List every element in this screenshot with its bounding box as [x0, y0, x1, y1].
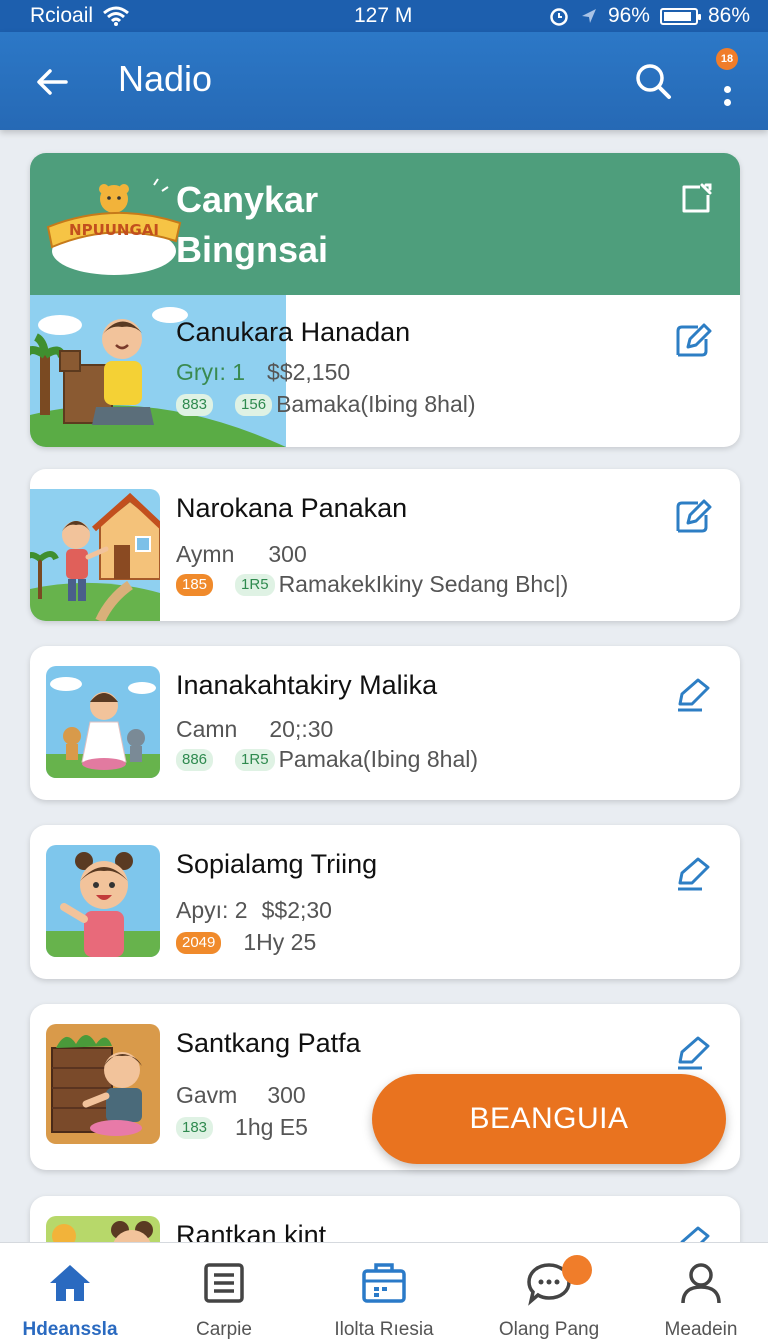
- edit-icon[interactable]: [670, 674, 714, 718]
- location-icon: [581, 9, 596, 23]
- item-meta-2: 185 1R5 RamakekIkiny Sedang Bhc|): [176, 571, 568, 598]
- edit-icon[interactable]: [670, 1032, 714, 1076]
- featured-title-line1: Canykar: [176, 179, 319, 220]
- item-value: 300: [267, 1082, 306, 1108]
- list-item[interactable]: Inanakahtakiry Malika Camn 20;:30 886 1R…: [30, 646, 740, 800]
- alarm-icon: [550, 8, 568, 26]
- item-description: 1Hy 25: [243, 929, 317, 955]
- featured-logo: NPUUNGAI: [46, 178, 182, 275]
- item-badge: 183: [176, 1116, 214, 1139]
- status-time: 127 M: [354, 4, 413, 27]
- nav-label: Meadein: [664, 1319, 738, 1340]
- chat-badge: [562, 1255, 592, 1285]
- carrier-label: Rcioail: [30, 4, 94, 27]
- thumbnail-image: [46, 1024, 160, 1144]
- item-description: Pamaka(Ibing 8hal): [278, 746, 479, 772]
- item-value: 20;:30: [269, 716, 334, 742]
- back-arrow-icon[interactable]: [30, 60, 74, 104]
- item-price: $$2,150: [267, 359, 351, 385]
- featured-header: NPUUNGAI Canykar Bingnsai: [30, 153, 740, 295]
- home-icon: [50, 1265, 90, 1301]
- item-badge: 2049: [176, 931, 222, 954]
- battery-icon: [659, 7, 701, 25]
- item-description: 1hg E5: [235, 1114, 308, 1140]
- thumbnail-image: [46, 666, 160, 778]
- item-title: Santkang Patfa: [176, 1028, 361, 1058]
- item-badge-2: 1R5: [235, 573, 275, 596]
- nav-item-chat[interactable]: Olang Pang: [474, 1243, 624, 1344]
- share-icon[interactable]: [676, 179, 716, 219]
- edit-icon[interactable]: [670, 495, 714, 539]
- item-meta: Aymn 300: [176, 541, 307, 568]
- featured-card[interactable]: NPUUNGAI Canykar Bingnsai Canukara Hanad…: [30, 153, 740, 447]
- featured-title-line2: Bingnsai: [176, 229, 329, 270]
- item-label: Gavm: [176, 1082, 238, 1108]
- item-title: Narokana Panakan: [176, 493, 408, 523]
- item-badge-2: 1R5: [235, 748, 275, 771]
- item-meta: Gavm 300: [176, 1082, 306, 1109]
- wifi-icon: [103, 6, 129, 26]
- profile-icon: [681, 1263, 721, 1304]
- nav-label: Hdeanssla: [22, 1319, 118, 1340]
- item-title: Canukara Hanadan: [176, 317, 411, 347]
- status-right-text: 86%: [707, 4, 750, 27]
- item-label: Aymn: [176, 541, 235, 567]
- page-title: Nadio: [118, 58, 213, 99]
- item-label: Gryı: 1: [176, 359, 246, 385]
- item-meta-2: 886 1R5 Pamaka(Ibing 8hal): [176, 746, 478, 773]
- notification-badge: 18: [716, 48, 738, 70]
- calendar-icon: [362, 1263, 406, 1303]
- item-meta: Apyı: 2 $$2;30: [176, 897, 332, 924]
- item-meta-2: 883 156 Bamaka(Ibing 8hal): [176, 391, 476, 418]
- app-bar: Nadio: [0, 32, 768, 130]
- item-value: $$2;30: [261, 897, 332, 923]
- item-badge: 883: [176, 393, 214, 416]
- nav-label: Olang Pang: [498, 1319, 600, 1340]
- thumbnail-image: [46, 845, 160, 957]
- nav-label: Ilolta Rıesia: [334, 1319, 434, 1340]
- status-bar: Rcioail 127 M 96% 86%: [0, 0, 768, 32]
- item-meta-2: 183 1hg E5: [176, 1114, 308, 1141]
- item-meta: Camn 20;:30: [176, 716, 333, 743]
- item-title: Inanakahtakiry Malika: [176, 670, 438, 700]
- more-menu-button[interactable]: [712, 72, 742, 122]
- list-item[interactable]: Narokana Panakan Aymn 300 185 1R5 Ramake…: [30, 469, 740, 621]
- item-badge-2: 156: [235, 393, 273, 416]
- battery-percent: 96%: [607, 4, 650, 27]
- featured-title: Canykar Bingnsai: [176, 175, 328, 275]
- list-item[interactable]: Sopialamg Triing Apyı: 2 $$2;30 2049 1Hy…: [30, 825, 740, 979]
- nav-item-documents[interactable]: Carpie: [149, 1243, 299, 1344]
- bottom-navigation: Hdeanssla Carpie Ilolta Rıesia Olang Pan…: [0, 1242, 768, 1344]
- thumbnail-image: [30, 489, 160, 621]
- edit-icon[interactable]: [670, 319, 714, 363]
- item-description: Bamaka(Ibing 8hal): [276, 391, 476, 417]
- item-meta-2: 2049 1Hy 25: [176, 929, 316, 956]
- nav-item-calendar[interactable]: Ilolta Rıesia: [309, 1243, 459, 1344]
- search-icon[interactable]: [630, 58, 676, 104]
- item-badge: 185: [176, 573, 214, 596]
- item-value: 300: [268, 541, 307, 567]
- item-description: RamakekIkiny Sedang Bhc|): [278, 571, 569, 597]
- nav-item-home[interactable]: Hdeanssla: [0, 1243, 145, 1344]
- nav-label: Carpie: [196, 1319, 252, 1340]
- item-badge: 886: [176, 748, 214, 771]
- item-meta: Gryı: 1 $$2,150: [176, 359, 350, 386]
- edit-icon[interactable]: [670, 853, 714, 897]
- item-label: Camn: [176, 716, 238, 742]
- nav-item-profile[interactable]: Meadein: [626, 1243, 768, 1344]
- svg-text:NPUUNGAI: NPUUNGAI: [69, 221, 159, 239]
- item-title: Sopialamg Triing: [176, 849, 378, 879]
- primary-action-button[interactable]: BEANGUIA: [372, 1074, 726, 1164]
- item-label: Apyı: 2: [176, 897, 248, 923]
- document-icon: [204, 1263, 244, 1303]
